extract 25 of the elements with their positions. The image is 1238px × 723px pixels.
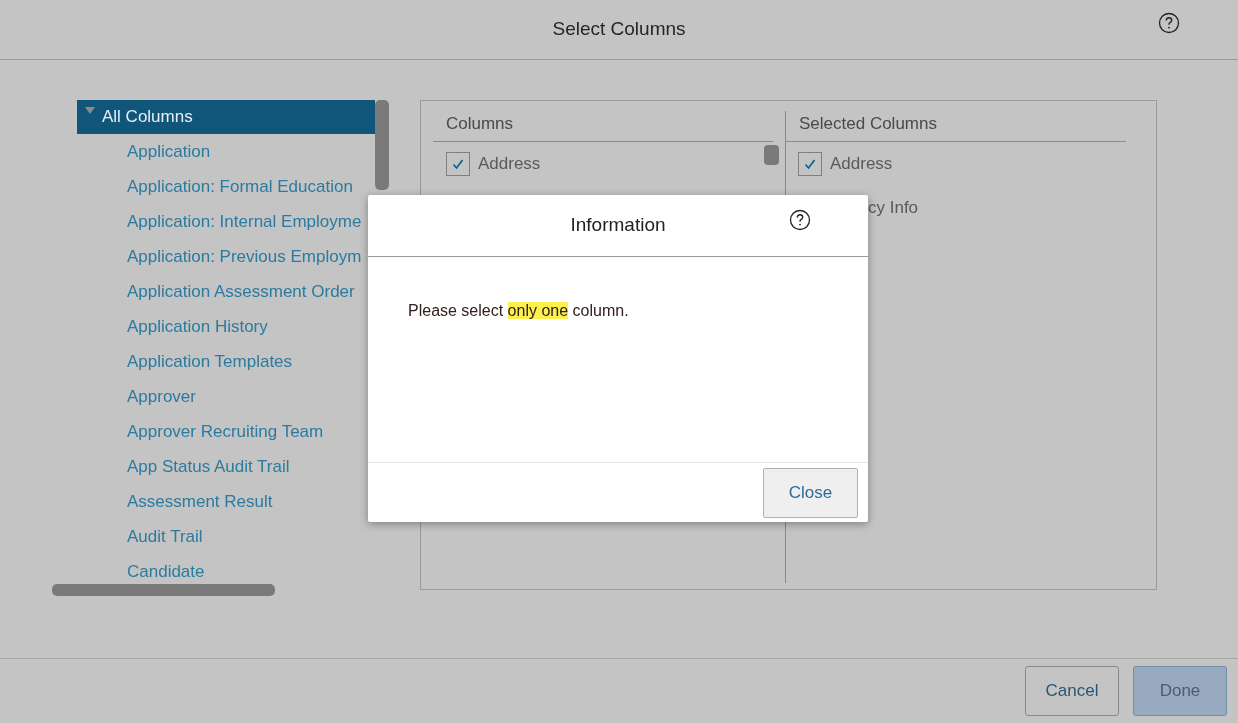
help-icon[interactable]: [789, 209, 811, 231]
scrollbar-thumb[interactable]: [52, 584, 275, 596]
column-heading: Columns: [433, 111, 773, 142]
column-label: cy Info: [868, 196, 919, 219]
cancel-button[interactable]: Cancel: [1025, 666, 1119, 716]
dialog-title: Information: [570, 213, 666, 238]
tree-item[interactable]: Application: Formal Education: [77, 169, 375, 204]
window-title: Select Columns: [552, 17, 686, 42]
checkbox[interactable]: [798, 151, 822, 176]
tree-item[interactable]: Audit Trail: [77, 519, 375, 554]
help-icon[interactable]: [1158, 12, 1180, 34]
info-message: Please select only one column.: [408, 301, 630, 321]
tree-item[interactable]: Application: [77, 134, 375, 169]
scrollbar-thumb[interactable]: [375, 100, 389, 190]
scrollbar-thumb[interactable]: [764, 145, 779, 165]
column-heading: Selected Columns: [786, 111, 1126, 142]
check-icon: [804, 157, 816, 170]
column-label: Address: [830, 152, 893, 175]
check-icon: [452, 157, 464, 170]
close-button[interactable]: Close: [763, 467, 858, 518]
checkbox[interactable]: [446, 151, 470, 176]
triangle-icon[interactable]: [85, 106, 95, 114]
tree-item[interactable]: All Columns: [77, 100, 375, 134]
tree-item[interactable]: Candidate: [77, 554, 375, 580]
column-label: Address: [478, 152, 541, 175]
